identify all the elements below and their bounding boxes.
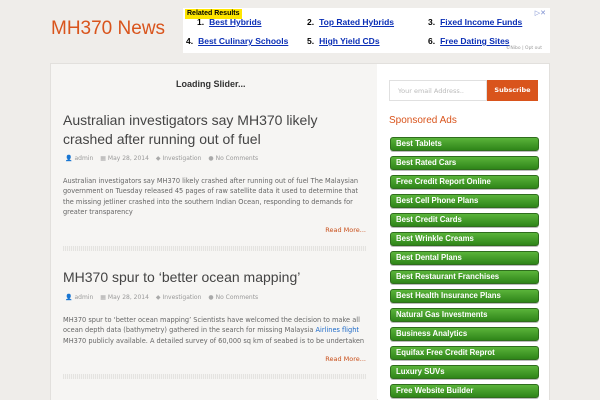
ad-optout[interactable]: ©Nibo | Opt out bbox=[506, 46, 542, 51]
ad-number: 2. bbox=[307, 17, 315, 27]
ad-close-icon[interactable]: ▷✕ bbox=[535, 9, 546, 17]
excerpt-keyword-link[interactable]: Airlines flight bbox=[316, 326, 359, 334]
sponsored-ad-button[interactable]: Best Credit Cards bbox=[390, 213, 539, 227]
read-more-link-1[interactable]: Read More... bbox=[325, 226, 366, 234]
ad-number: 5. bbox=[307, 36, 315, 46]
top-ad-link-6[interactable]: 6. Free Dating Sites bbox=[428, 36, 510, 47]
post-title-2[interactable]: MH370 spur to ‘better ocean mapping’ bbox=[63, 268, 363, 287]
ad-label: Best Hybrids bbox=[209, 17, 262, 27]
read-more-link-2[interactable]: Read More... bbox=[325, 355, 366, 363]
user-icon: 👤 bbox=[65, 155, 73, 162]
post-separator bbox=[63, 246, 366, 251]
top-ad-link-2[interactable]: 2. Top Rated Hybrids bbox=[307, 17, 394, 28]
post-date: May 28, 2014 bbox=[107, 294, 149, 301]
top-ad-link-3[interactable]: 3. Fixed Income Funds bbox=[428, 17, 522, 28]
top-ad-link-5[interactable]: 5. High Yield CDs bbox=[307, 36, 380, 47]
ad-label: High Yield CDs bbox=[319, 36, 380, 46]
sponsored-ad-button[interactable]: Best Restaurant Franchises bbox=[390, 270, 539, 284]
ad-label: Fixed Income Funds bbox=[440, 17, 523, 27]
post-excerpt-2: MH370 spur to ‘better ocean mapping’ Sci… bbox=[63, 315, 368, 346]
top-ad-link-1[interactable]: 1. Best Hybrids bbox=[197, 17, 262, 28]
calendar-icon: ▦ bbox=[100, 155, 106, 162]
sponsored-ad-button[interactable]: Luxury SUVs bbox=[390, 365, 539, 379]
post-comments[interactable]: No Comments bbox=[216, 155, 259, 162]
post-author[interactable]: admin bbox=[74, 294, 93, 301]
slider-loading: Loading Slider... bbox=[176, 79, 246, 89]
ad-number: 6. bbox=[428, 36, 436, 46]
ad-label: Top Rated Hybrids bbox=[319, 17, 395, 27]
post-category[interactable]: Investigation bbox=[162, 294, 201, 301]
sponsored-ad-button[interactable]: Business Analytics bbox=[390, 327, 539, 341]
post-category[interactable]: Investigation bbox=[162, 155, 201, 162]
post-author[interactable]: admin bbox=[74, 155, 93, 162]
sponsored-ad-button[interactable]: Natural Gas Investments bbox=[390, 308, 539, 322]
email-field[interactable]: Your email Address.. bbox=[389, 80, 487, 101]
post-excerpt-1: Australian investigators say MH370 likel… bbox=[63, 177, 359, 216]
ad-number: 3. bbox=[428, 17, 436, 27]
sponsored-ad-button[interactable]: Best Health Insurance Plans bbox=[390, 289, 539, 303]
sponsored-ads-heading: Sponsored Ads bbox=[389, 115, 457, 126]
post-title-1[interactable]: Australian investigators say MH370 likel… bbox=[63, 111, 363, 149]
sponsored-ad-button[interactable]: Best Cell Phone Plans bbox=[390, 194, 539, 208]
sponsored-ad-button[interactable]: Free Credit Report Online bbox=[390, 175, 539, 189]
ad-number: 4. bbox=[186, 36, 194, 46]
sponsored-ad-button[interactable]: Best Dental Plans bbox=[390, 251, 539, 265]
comment-icon: ● bbox=[208, 294, 214, 301]
post-meta-1: 👤 admin ▦ May 28, 2014 ◆ Investigation ● No … bbox=[65, 155, 263, 163]
sponsored-ad-button[interactable]: Free Website Builder bbox=[390, 384, 539, 398]
sponsored-ad-button[interactable]: Best Wrinkle Creams bbox=[390, 232, 539, 246]
site-title[interactable]: MH370 News bbox=[51, 18, 165, 40]
post-date: May 28, 2014 bbox=[107, 155, 149, 162]
user-icon: 👤 bbox=[65, 294, 73, 301]
tag-icon: ◆ bbox=[155, 155, 161, 162]
comment-icon: ● bbox=[208, 155, 214, 162]
ad-label: Best Culinary Schools bbox=[198, 36, 289, 46]
ad-label: Free Dating Sites bbox=[440, 36, 510, 46]
top-ad-banner: Related Results ▷✕ 1. Best Hybrids 2. Top … bbox=[183, 8, 550, 53]
sponsored-ad-button[interactable]: Equifax Free Credit Reprot bbox=[390, 346, 539, 360]
calendar-icon: ▦ bbox=[100, 294, 106, 301]
post-meta-2: 👤 admin ▦ May 28, 2014 ◆ Investigation ● No … bbox=[65, 294, 263, 302]
post-comments[interactable]: No Comments bbox=[216, 294, 259, 301]
excerpt-text: MH370 publicly available. A detailed sur… bbox=[63, 336, 365, 345]
subscribe-button[interactable]: Subscribe bbox=[487, 80, 538, 101]
post-separator bbox=[63, 374, 366, 379]
sponsored-ads-list: Best Tablets Best Rated Cars Free Credit… bbox=[390, 137, 539, 400]
ad-number: 1. bbox=[197, 17, 205, 27]
tag-icon: ◆ bbox=[155, 294, 161, 301]
top-ad-link-4[interactable]: 4. Best Culinary Schools bbox=[186, 36, 288, 47]
sponsored-ad-button[interactable]: Best Tablets bbox=[390, 137, 539, 151]
sponsored-ad-button[interactable]: Best Rated Cars bbox=[390, 156, 539, 170]
